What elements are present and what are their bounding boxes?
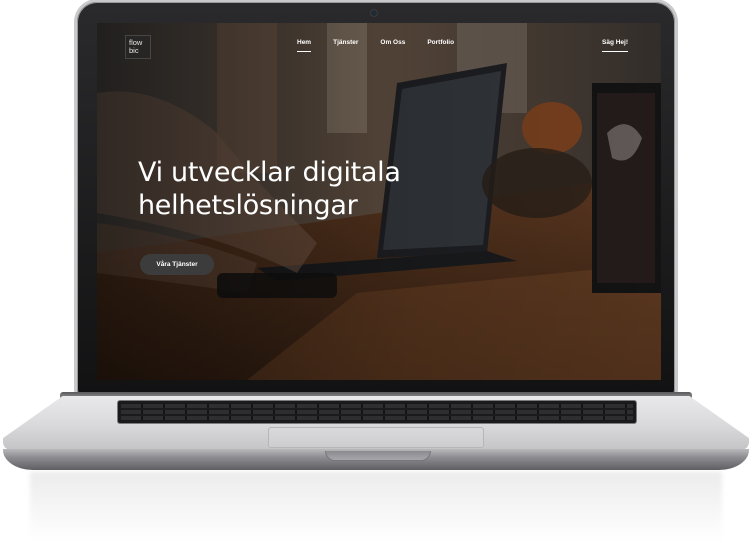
- laptop-opening-notch: [325, 451, 431, 461]
- nav-links: Hem Tjänster Om Oss Portfolio: [297, 39, 476, 52]
- nav-link-hem[interactable]: Hem: [297, 39, 312, 52]
- site-navbar: flow bic Hem Tjänster Om Oss Portfolio S…: [97, 23, 661, 67]
- site-logo[interactable]: flow bic: [125, 35, 151, 59]
- nav-link-tjanster[interactable]: Tjänster: [333, 39, 358, 46]
- keyboard-row: [121, 404, 633, 408]
- laptop-mockup: flow bic Hem Tjänster Om Oss Portfolio S…: [0, 0, 752, 543]
- keyboard-row: [121, 410, 633, 414]
- laptop-lid: flow bic Hem Tjänster Om Oss Portfolio S…: [77, 2, 675, 396]
- nav-link-om-oss[interactable]: Om Oss: [380, 39, 405, 46]
- nav-link-portfolio[interactable]: Portfolio: [427, 39, 454, 46]
- laptop-trackpad: [268, 427, 484, 448]
- laptop-keyboard: [118, 401, 636, 423]
- logo-line-2: bic: [129, 46, 139, 55]
- camera-icon: [371, 10, 377, 16]
- laptop-reflection: [30, 472, 722, 542]
- hero-title: Vi utvecklar digitala helhetslösningar: [138, 157, 401, 221]
- keyboard-row: [121, 416, 633, 420]
- website-screen: flow bic Hem Tjänster Om Oss Portfolio S…: [97, 23, 661, 380]
- nav-cta-link[interactable]: Säg Hej!: [602, 39, 629, 52]
- services-button[interactable]: Våra Tjänster: [140, 254, 214, 275]
